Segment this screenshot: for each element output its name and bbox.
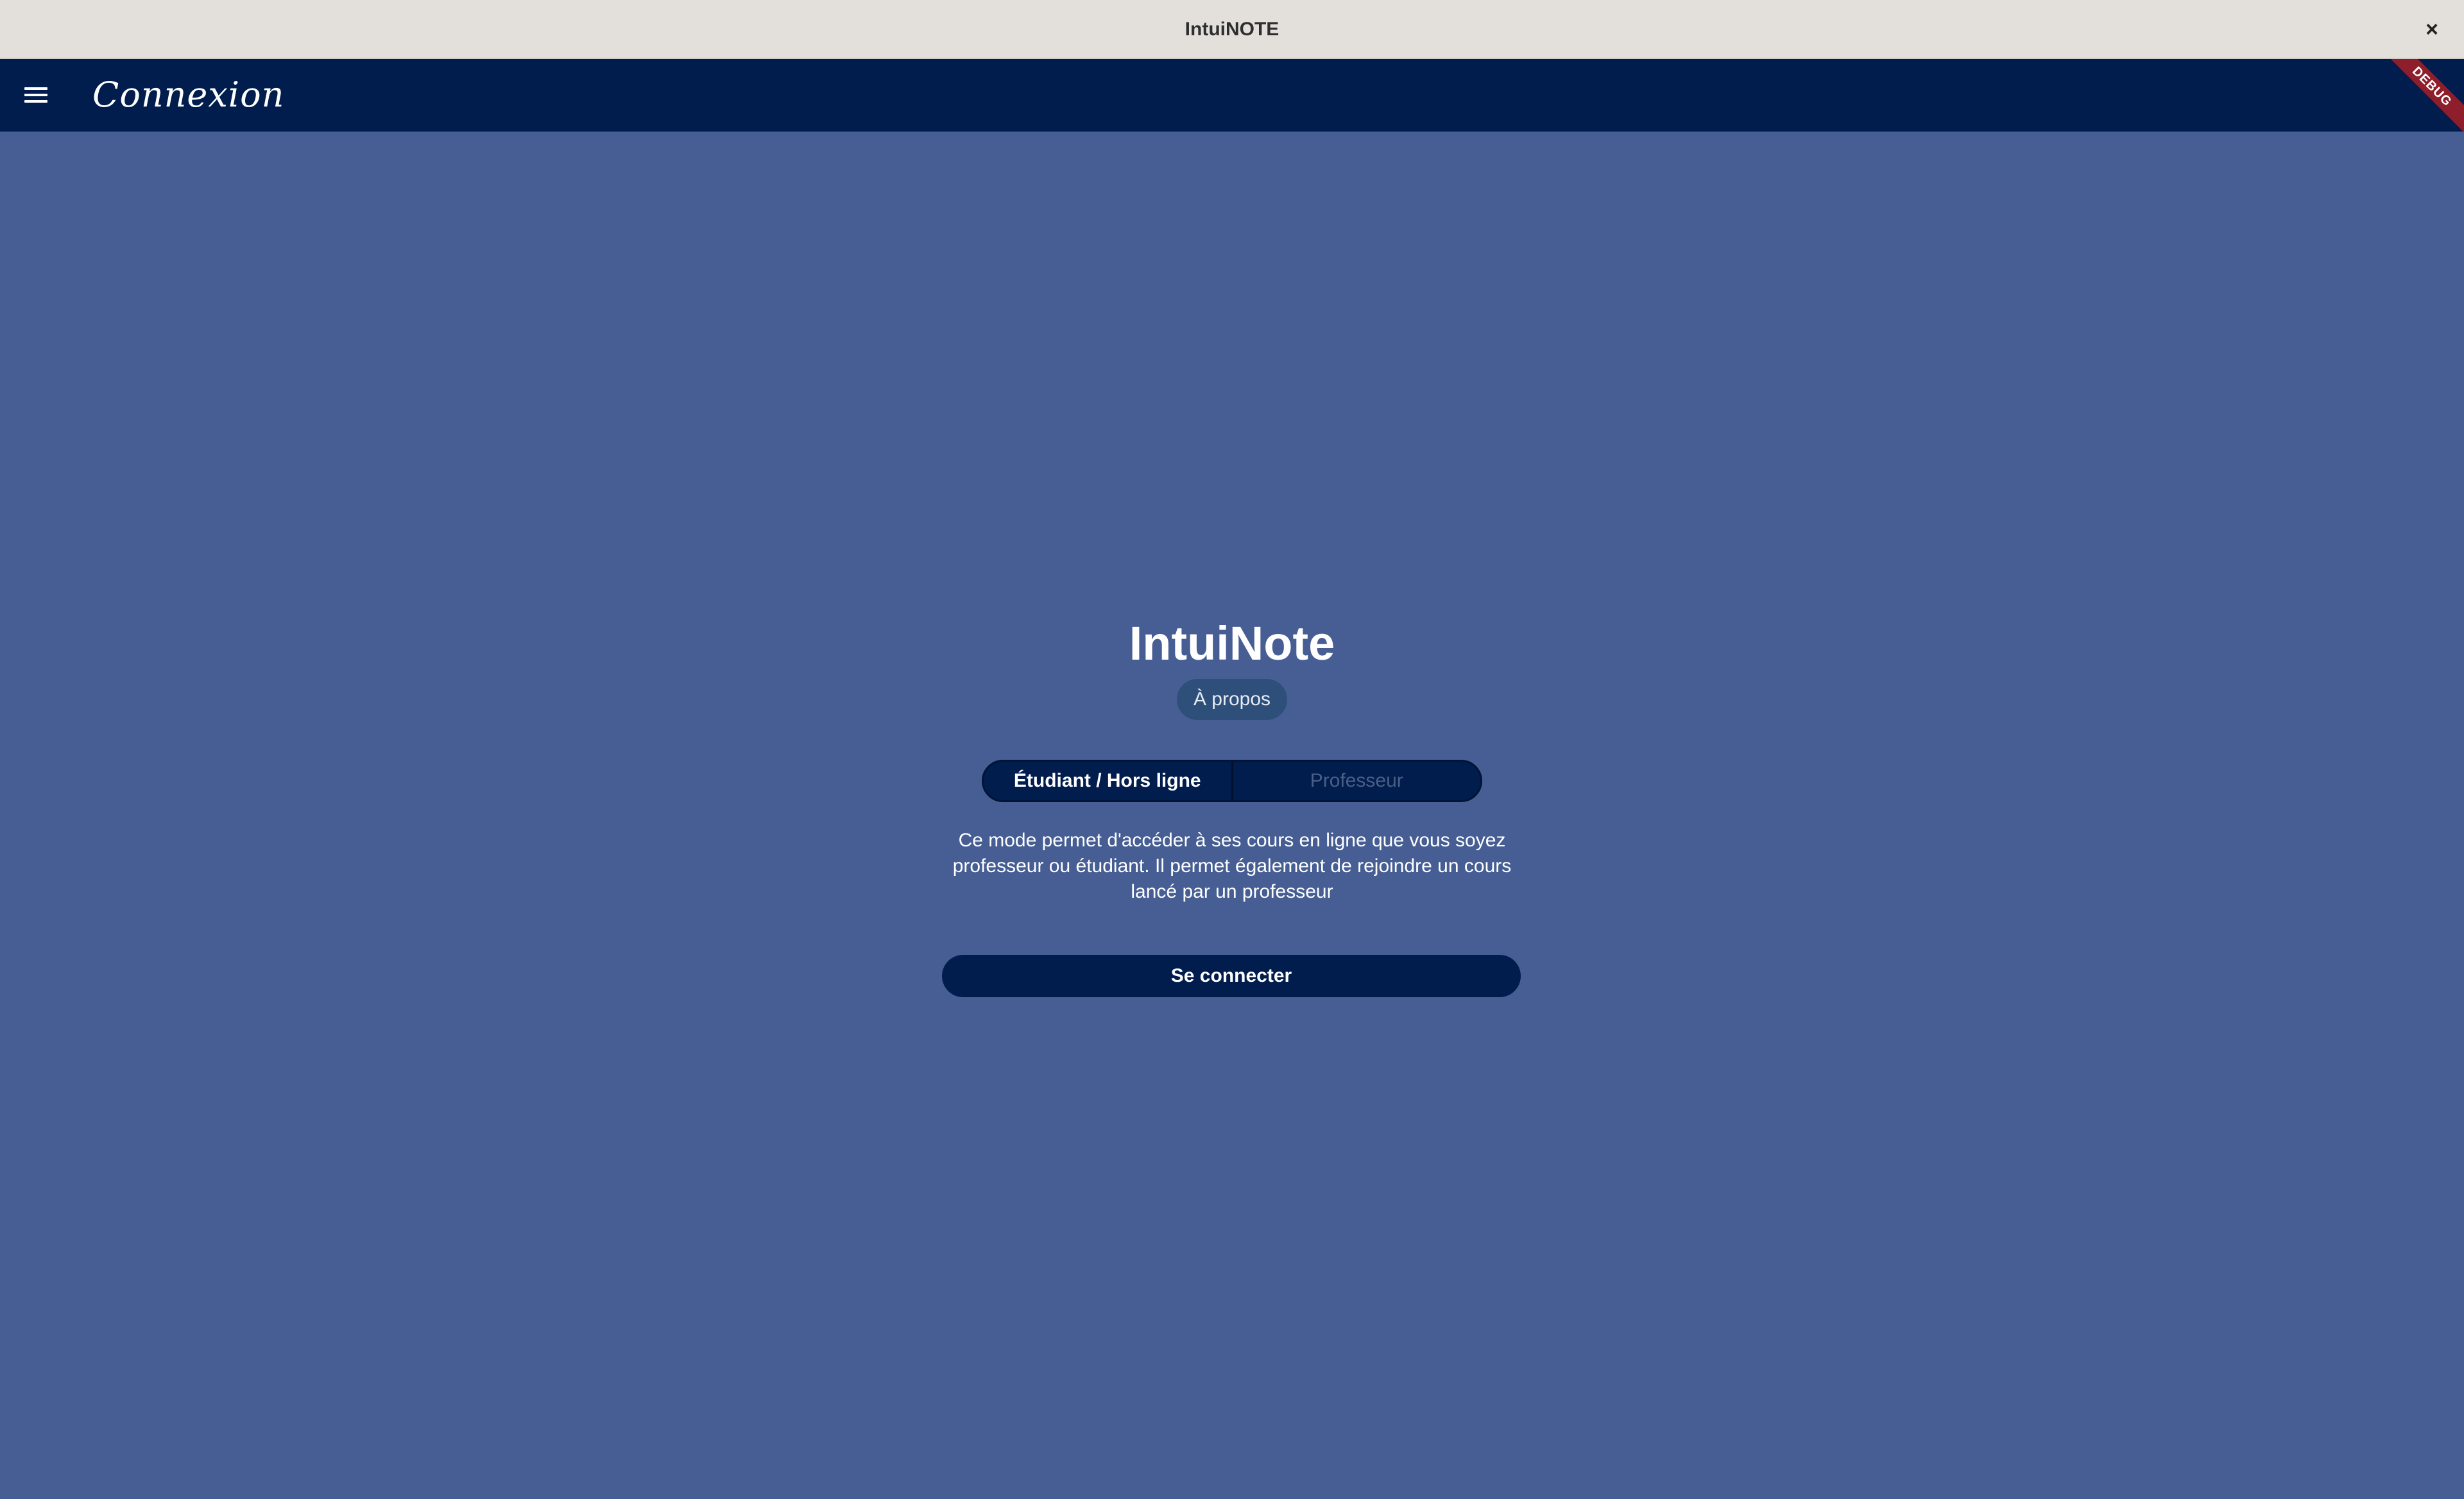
- about-button[interactable]: À propos: [1177, 679, 1287, 720]
- mode-selector: Étudiant / Hors ligne Professeur: [982, 760, 1482, 802]
- debug-banner: DEBUG: [2375, 59, 2464, 132]
- app-name-heading: IntuiNote: [1129, 617, 1335, 670]
- page-title: Connexion: [92, 74, 285, 115]
- connect-button[interactable]: Se connecter: [942, 955, 1521, 997]
- window-title: IntuiNOTE: [1185, 19, 1279, 40]
- mode-option-teacher[interactable]: Professeur: [1233, 762, 1481, 800]
- app-bar: Connexion DEBUG: [0, 59, 2464, 132]
- app-window: IntuiNOTE × Connexion DEBUG IntuiNote À …: [0, 0, 2464, 1499]
- hamburger-menu-icon[interactable]: [22, 82, 50, 108]
- close-icon[interactable]: ×: [2417, 14, 2447, 45]
- mode-option-student-offline[interactable]: Étudiant / Hors ligne: [984, 762, 1233, 800]
- mode-description: Ce mode permet d'accéder à ses cours en …: [952, 830, 1512, 902]
- window-titlebar: IntuiNOTE ×: [0, 0, 2464, 59]
